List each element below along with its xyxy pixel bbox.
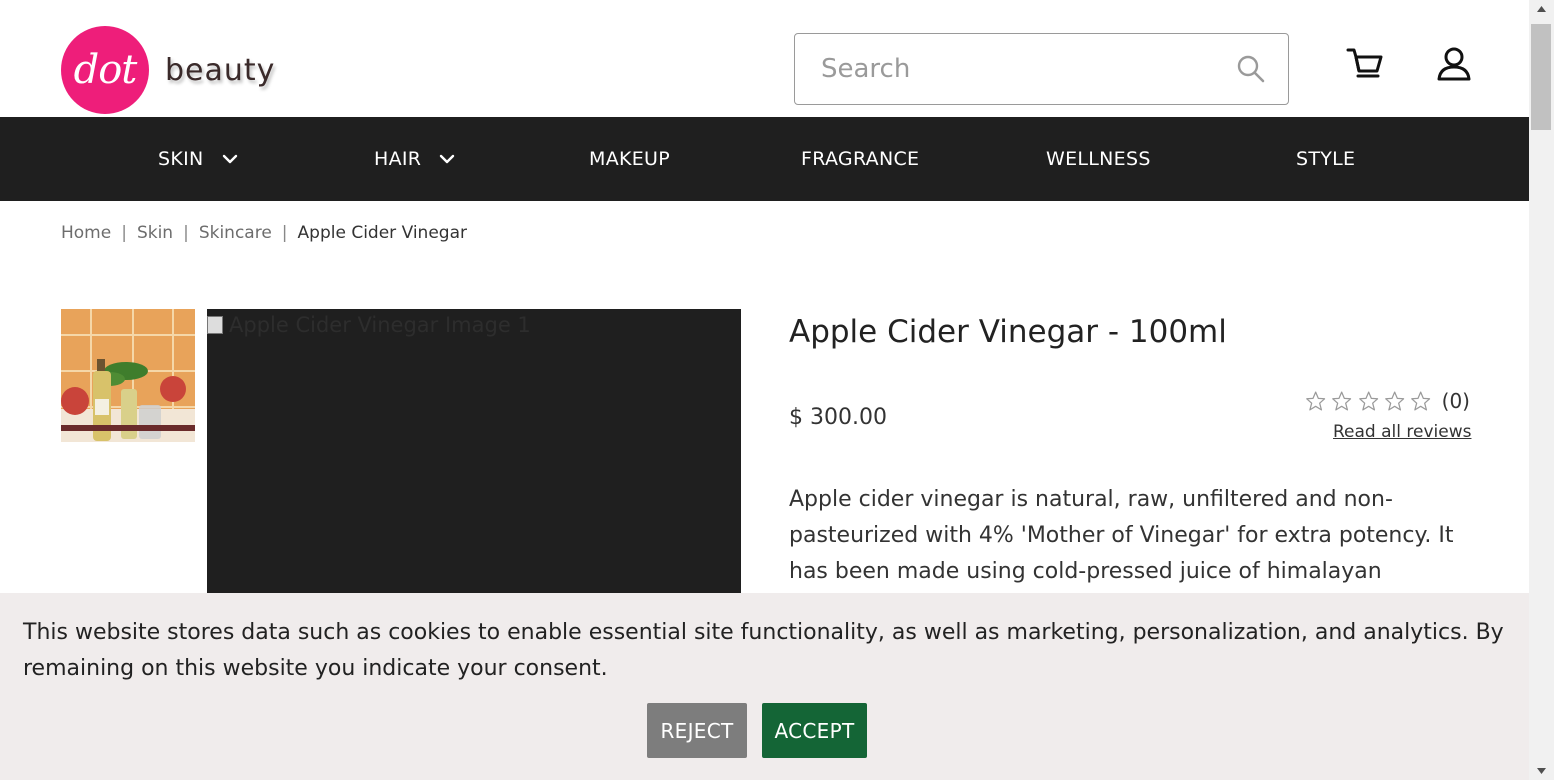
nav-item-skin[interactable]: SKIN: [158, 117, 238, 201]
breadcrumb-current: Apple Cider Vinegar: [297, 223, 467, 243]
nav-item-wellness[interactable]: WELLNESS: [1046, 117, 1151, 201]
nav-item-label: SKIN: [158, 148, 204, 170]
chevron-down-icon: [440, 154, 455, 164]
site-header: dot beauty: [0, 0, 1529, 117]
reject-cookies-button[interactable]: REJECT: [647, 703, 747, 758]
product-title: Apple Cider Vinegar - 100ml: [789, 314, 1227, 350]
nav-item-style[interactable]: STYLE: [1296, 117, 1355, 201]
breadcrumb-separator: |: [121, 223, 127, 243]
read-all-reviews-link[interactable]: Read all reviews: [1333, 422, 1471, 442]
product-main-image[interactable]: Apple Cider Vinegar Image 1: [207, 309, 741, 609]
page-scrollbar[interactable]: [1529, 0, 1554, 780]
main-nav: SKIN HAIR MAKEUP FRAGRANCE WELLNESS STYL…: [0, 117, 1529, 201]
cookie-consent-text: This website stores data such as cookies…: [23, 620, 1504, 681]
star-empty-icon: [1385, 391, 1405, 411]
star-empty-icon: [1306, 391, 1326, 411]
broken-image-icon: [207, 316, 223, 334]
nav-item-label: HAIR: [374, 148, 422, 170]
nav-item-hair[interactable]: HAIR: [374, 117, 455, 201]
main-image-alt-text: Apple Cider Vinegar Image 1: [229, 313, 531, 337]
product-description: Apple cider vinegar is natural, raw, unf…: [789, 487, 1454, 584]
breadcrumb-skin[interactable]: Skin: [137, 223, 173, 243]
nav-item-fragrance[interactable]: FRAGRANCE: [801, 117, 919, 201]
nav-item-label: MAKEUP: [589, 148, 671, 170]
logo-text: beauty: [165, 52, 276, 88]
nav-item-label: FRAGRANCE: [801, 148, 920, 170]
breadcrumb-home[interactable]: Home: [61, 223, 111, 243]
thumbnail-image: [61, 309, 195, 442]
nav-item-label: STYLE: [1296, 148, 1356, 170]
broken-image: Apple Cider Vinegar Image 1: [207, 313, 531, 337]
cart-icon[interactable]: [1345, 44, 1385, 84]
star-empty-icon: [1411, 391, 1431, 411]
search-input[interactable]: [819, 53, 1219, 85]
scroll-up-arrow-icon[interactable]: [1537, 6, 1546, 12]
nav-item-makeup[interactable]: MAKEUP: [589, 117, 670, 201]
user-icon[interactable]: [1434, 44, 1474, 84]
logo-mark: dot: [61, 26, 149, 114]
nav-item-label: WELLNESS: [1046, 148, 1151, 170]
breadcrumb-skincare[interactable]: Skincare: [199, 223, 272, 243]
product-price: $ 300.00: [789, 405, 887, 430]
search-icon[interactable]: [1236, 54, 1266, 84]
accept-cookies-button[interactable]: ACCEPT: [762, 703, 867, 758]
breadcrumb-separator: |: [281, 223, 288, 243]
cookie-consent-banner: This website stores data such as cookies…: [0, 593, 1529, 780]
scrollbar-thumb[interactable]: [1531, 24, 1551, 130]
breadcrumb: Home | Skin | Skincare | Apple Cider Vin…: [61, 221, 467, 245]
search-box: [794, 33, 1289, 105]
star-empty-icon: [1358, 391, 1378, 411]
product-thumbnail[interactable]: [61, 309, 195, 442]
product-rating[interactable]: (0): [1300, 388, 1470, 414]
brand-logo[interactable]: dot beauty: [61, 25, 301, 115]
breadcrumb-separator: |: [183, 223, 189, 243]
star-empty-icon: [1332, 391, 1352, 411]
chevron-down-icon: [222, 154, 237, 164]
scroll-down-arrow-icon[interactable]: [1537, 768, 1546, 774]
rating-count: (0): [1441, 389, 1470, 413]
